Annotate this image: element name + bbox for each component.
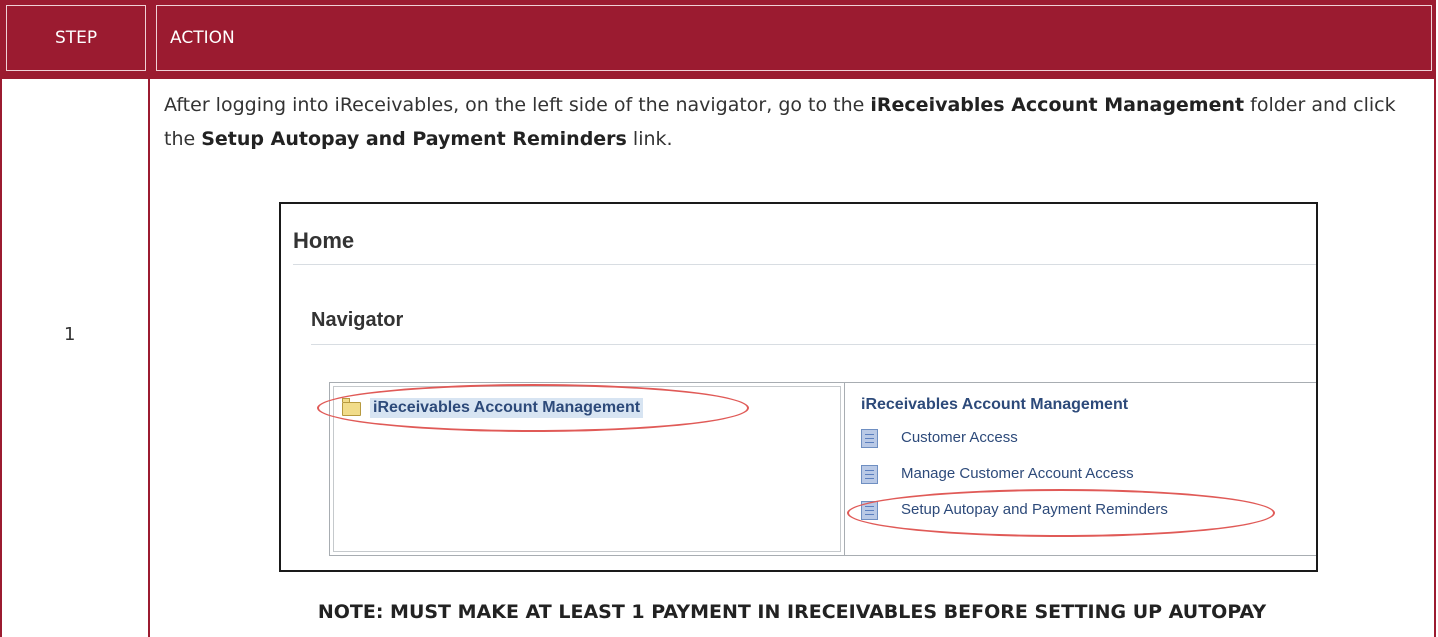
instruction-part-3: link. [626,128,673,150]
nav-link-label[interactable]: Manage Customer Account Access [901,465,1134,482]
nav-link-label[interactable]: Customer Access [901,429,1018,446]
embedded-screenshot: Home Navigator iReceivables Account Mana… [279,202,1318,572]
title-divider [293,264,1316,265]
nav-link-label[interactable]: Setup Autopay and Payment Reminders [901,501,1168,518]
instruction-bold-folder: iReceivables Account Management [870,94,1245,116]
navigator-panel: iReceivables Account Management iReceiva… [329,382,1316,556]
folder-iReceivables-account-management[interactable]: iReceivables Account Management [370,398,644,418]
step-header-cell: STEP [6,5,146,71]
links-pane-title: iReceivables Account Management [861,396,1129,413]
navigator-divider [311,344,1316,345]
action-header-label: ACTION [170,28,235,48]
table-header-row: STEP ACTION [2,0,1436,79]
instruction-part-1: After logging into iReceivables, on the … [164,94,871,116]
document-icon [861,429,878,448]
instruction-bold-link: Setup Autopay and Payment Reminders [201,128,627,150]
instruction-text: After logging into iReceivables, on the … [164,88,1414,156]
action-header-cell: ACTION [156,5,1432,71]
step-header-label: STEP [55,28,98,48]
navigator-links-pane: iReceivables Account Management Customer… [845,383,1316,555]
navigator-heading: Navigator [311,309,404,331]
step-number: 1 [64,324,76,345]
navigator-folder-pane: iReceivables Account Management [330,383,845,555]
column-divider [148,0,150,637]
folder-icon [342,398,361,416]
folder-pane-inner: iReceivables Account Management [333,386,841,552]
note-text: NOTE: MUST MAKE AT LEAST 1 PAYMENT IN IR… [317,601,1267,623]
home-title: Home [293,228,355,253]
document-icon [861,501,878,520]
document-icon [861,465,878,484]
